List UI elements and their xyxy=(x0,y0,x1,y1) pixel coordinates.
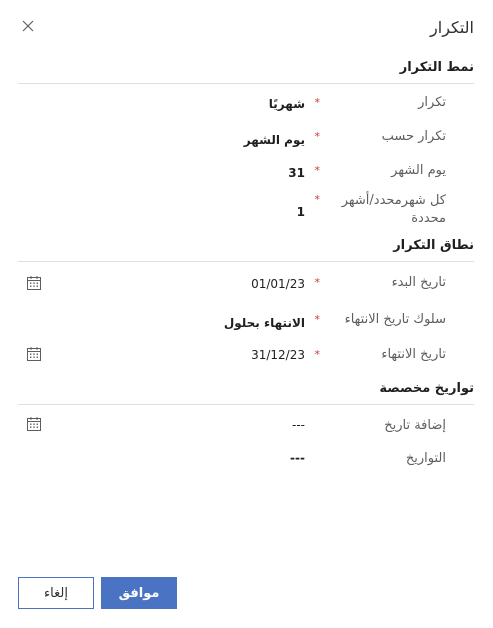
required-indicator: * xyxy=(314,276,321,289)
start-date-input[interactable]: 01/01/23 xyxy=(251,277,305,291)
required-indicator: * xyxy=(314,193,321,206)
add-date-input[interactable]: --- xyxy=(292,418,305,432)
calendar-icon[interactable] xyxy=(27,346,41,361)
day-of-month-input[interactable]: 31 xyxy=(288,166,305,180)
dates-label: التواريخ xyxy=(405,451,446,466)
dates-value: --- xyxy=(290,451,305,465)
every-n-months-label: كل شهرمحدد/أشهر محددة xyxy=(341,193,446,226)
end-date-label: تاريخ الانتهاء xyxy=(381,347,446,362)
repeat-by-select[interactable]: يوم الشهر xyxy=(244,133,305,147)
add-date-label: إضافة تاريخ xyxy=(384,418,446,433)
section-title-range: نطاق التكرار xyxy=(393,238,474,253)
end-date-input[interactable]: 31/12/23 xyxy=(251,348,305,362)
required-indicator: * xyxy=(314,130,321,143)
ok-button[interactable]: موافق xyxy=(101,577,177,609)
section-divider xyxy=(18,404,474,405)
calendar-icon[interactable] xyxy=(27,416,41,431)
dialog-title: التكرار xyxy=(430,18,474,37)
required-indicator: * xyxy=(314,96,321,109)
section-divider xyxy=(18,261,474,262)
every-n-months-input[interactable]: 1 xyxy=(297,205,305,219)
calendar-icon[interactable] xyxy=(27,275,41,290)
end-behavior-select[interactable]: الانتهاء بحلول xyxy=(224,316,305,330)
repeat-label: تكرار xyxy=(418,95,446,110)
start-date-label: تاريخ البدء xyxy=(391,275,446,290)
end-behavior-label: سلوك تاريخ الانتهاء xyxy=(344,312,446,327)
close-icon[interactable] xyxy=(20,18,36,34)
repeat-select[interactable]: شهريًا xyxy=(269,97,305,111)
repeat-by-label: تكرار حسب xyxy=(381,129,446,144)
cancel-button[interactable]: إلغاء xyxy=(18,577,94,609)
section-title-pattern: نمط التكرار xyxy=(399,60,474,75)
day-of-month-label: يوم الشهر xyxy=(391,163,446,178)
required-indicator: * xyxy=(314,348,321,361)
section-title-custom: تواريخ مخصصة xyxy=(379,381,474,396)
required-indicator: * xyxy=(314,164,321,177)
section-divider xyxy=(18,83,474,84)
required-indicator: * xyxy=(314,313,321,326)
